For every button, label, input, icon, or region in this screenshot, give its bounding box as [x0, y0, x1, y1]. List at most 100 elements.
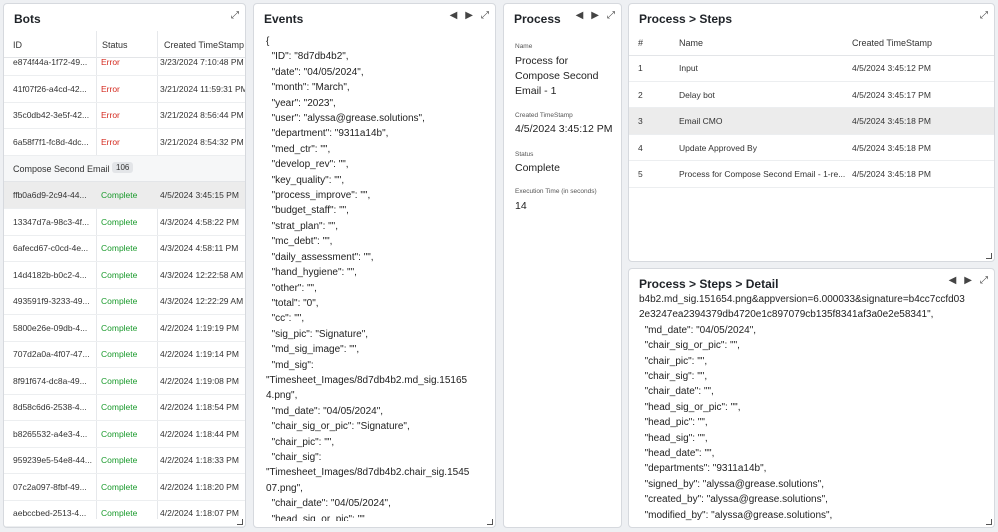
status-badge: Complete — [101, 481, 138, 492]
table-row[interactable]: 493591f9-3233-49... Complete 4/3/2024 12:2… — [4, 288, 245, 315]
status-label: Status — [515, 151, 534, 158]
status-badge: Complete — [101, 243, 138, 253]
row-timestamp: 3/23/2024 7:10:48 PM — [160, 57, 244, 67]
table-row[interactable]: 41f07f26-a4cd-42... Error 3/21/2024 11:59:… — [4, 76, 245, 103]
prev-arrow-icon[interactable]: ◀ — [450, 10, 458, 22]
resize-handle-icon[interactable] — [487, 519, 493, 525]
step-number: 2 — [638, 89, 643, 100]
step-timestamp: 4/5/2024 3:45:18 PM — [852, 142, 931, 153]
row-id: 35c0db42-3e5f-42... — [13, 110, 90, 120]
step-number: 4 — [638, 142, 643, 153]
status-badge: Complete — [101, 322, 138, 333]
step-number: 1 — [638, 63, 643, 73]
table-row[interactable]: 07c2a097-8fbf-49... Complete 4/2/2024 1:18… — [4, 474, 245, 501]
step-name: Delay bot — [679, 89, 715, 100]
status-badge: Complete — [101, 428, 138, 439]
row-id: 14d4182b-b0c2-4... — [13, 269, 87, 280]
row-timestamp: 3/21/2024 8:54:32 PM — [160, 136, 244, 147]
row-timestamp: 4/2/2024 1:19:14 PM — [160, 349, 239, 359]
row-id: b8265532-a4e3-4... — [13, 428, 88, 439]
prev-arrow-icon[interactable]: ◀ — [949, 275, 957, 287]
table-row[interactable]: 5 Process for Compose Second Email - 1-re… — [629, 161, 994, 188]
table-row[interactable]: 707d2a0a-4f07-47... Complete 4/2/2024 1:19… — [4, 341, 245, 368]
next-arrow-icon[interactable]: ▶ — [465, 10, 473, 22]
status-badge: Complete — [101, 349, 138, 359]
table-row[interactable]: 1 Input 4/5/2024 3:45:12 PM — [629, 55, 994, 82]
status-badge: Error — [101, 83, 120, 94]
row-timestamp: 4/2/2024 1:19:08 PM — [160, 375, 239, 386]
resize-handle-icon[interactable] — [237, 519, 243, 525]
table-row[interactable]: 5800e26e-09db-4... Complete 4/2/2024 1:19:… — [4, 315, 245, 342]
status-badge: Complete — [101, 190, 138, 200]
table-row[interactable]: ffb0a6d9-2c94-44... Complete 4/5/2024 3:45… — [4, 182, 245, 209]
column-header-name[interactable]: Name — [679, 38, 703, 48]
events-panel: Events ◀ ▶ ⤢ { "ID": "8d7db4b2", "date":… — [253, 3, 496, 528]
column-header-num[interactable]: # — [638, 38, 643, 48]
table-row[interactable]: 3 Email CMO 4/5/2024 3:45:18 PM — [629, 108, 994, 135]
step-name: Input — [679, 63, 698, 73]
table-row[interactable]: 8f91f674-dc8a-49... Complete 4/2/2024 1:19… — [4, 368, 245, 395]
status-badge: Complete — [101, 375, 138, 386]
step-number: 3 — [638, 116, 643, 126]
step-timestamp: 4/5/2024 3:45:17 PM — [852, 89, 931, 100]
expand-icon[interactable]: ⤢ — [980, 275, 988, 287]
row-id: aebccbed-2513-4... — [13, 508, 87, 518]
row-timestamp: 3/21/2024 11:59:31 PM — [160, 83, 246, 94]
status-badge: Complete — [101, 216, 138, 227]
table-row[interactable]: b8265532-a4e3-4... Complete 4/2/2024 1:18:… — [4, 421, 245, 448]
created-label: Created TimeStamp — [515, 112, 573, 119]
process-name: Process for Compose Second Email - 1 — [515, 55, 599, 97]
group-header[interactable]: Compose Second Email 106 — [4, 156, 245, 182]
next-arrow-icon[interactable]: ▶ — [964, 275, 972, 287]
column-header-created[interactable]: Created TimeStamp — [852, 38, 932, 48]
resize-handle-icon[interactable] — [986, 519, 992, 525]
expand-icon[interactable]: ⤢ — [980, 10, 988, 22]
status-badge: Complete — [101, 508, 138, 518]
table-row[interactable]: aebccbed-2513-4... Complete 4/2/2024 1:18:… — [4, 500, 245, 527]
table-row[interactable]: 8d58c6d6-2538-4... Complete 4/2/2024 1:18:… — [4, 394, 245, 421]
table-row[interactable]: 13347d7a-98c3-4f... Complete 4/3/2024 4:58… — [4, 209, 245, 236]
group-label: Compose Second Email — [13, 164, 110, 174]
detail-panel: Process > Steps > Detail ◀ ▶ ⤢ b4b2.md_s… — [628, 268, 995, 528]
table-row[interactable]: 14d4182b-b0c2-4... Complete 4/3/2024 12:22… — [4, 262, 245, 289]
status-badge: Complete — [101, 296, 138, 306]
status-badge: Complete — [101, 402, 138, 412]
next-arrow-icon[interactable]: ▶ — [591, 10, 599, 22]
row-timestamp: 4/2/2024 1:18:44 PM — [160, 428, 239, 439]
table-row[interactable]: 959239e5-54e8-44... Complete 4/2/2024 1:18… — [4, 447, 245, 474]
events-title: Events — [264, 12, 304, 26]
resize-handle-icon[interactable] — [986, 253, 992, 259]
table-row[interactable]: 6a58f7f1-fc8d-4dc... Error 3/21/2024 8:54:… — [4, 129, 245, 156]
row-timestamp: 4/2/2024 1:19:19 PM — [160, 322, 239, 333]
table-row[interactable]: e874f44a-1f72-49... Error 3/23/2024 7:10:4… — [4, 49, 245, 76]
events-json: { "ID": "8d7db4b2", "date": "04/05/2024"… — [266, 36, 470, 521]
row-id: 959239e5-54e8-44... — [13, 455, 92, 465]
row-id: 707d2a0a-4f07-47... — [13, 349, 90, 359]
row-timestamp: 4/3/2024 4:58:11 PM — [160, 243, 239, 253]
row-timestamp: 4/3/2024 12:22:29 AM — [160, 296, 244, 306]
row-id: 8d58c6d6-2538-4... — [13, 402, 87, 412]
status-badge: Error — [101, 136, 120, 147]
steps-table-header: # Name Created TimeStamp — [629, 30, 994, 56]
step-timestamp: 4/5/2024 3:45:12 PM — [852, 63, 931, 73]
expand-icon[interactable]: ⤢ — [231, 10, 239, 22]
table-row[interactable]: 2 Delay bot 4/5/2024 3:45:17 PM — [629, 82, 994, 108]
table-row[interactable]: 4 Update Approved By 4/5/2024 3:45:18 PM — [629, 135, 994, 161]
process-status: Complete — [515, 162, 560, 174]
row-id: ffb0a6d9-2c94-44... — [13, 190, 87, 200]
row-id: 41f07f26-a4cd-42... — [13, 83, 87, 94]
process-title: Process — [514, 12, 561, 26]
steps-panel: Process > Steps ⤢ # Name Created TimeSta… — [628, 3, 995, 262]
status-badge: Complete — [101, 269, 138, 280]
table-row[interactable]: 35c0db42-3e5f-42... Error 3/21/2024 8:56:4… — [4, 102, 245, 129]
table-row[interactable]: 6afecd67-c0cd-4e... Complete 4/3/2024 4:58… — [4, 235, 245, 262]
prev-arrow-icon[interactable]: ◀ — [576, 10, 584, 22]
expand-icon[interactable]: ⤢ — [607, 10, 615, 22]
detail-title: Process > Steps > Detail — [639, 277, 779, 291]
expand-icon[interactable]: ⤢ — [481, 10, 489, 22]
detail-json: b4b2.md_sig.151654.png&appversion=6.0000… — [639, 294, 965, 521]
row-id: 13347d7a-98c3-4f... — [13, 216, 90, 227]
row-timestamp: 4/2/2024 1:18:20 PM — [160, 481, 239, 492]
row-id: 6afecd67-c0cd-4e... — [13, 243, 89, 253]
steps-title: Process > Steps — [639, 12, 733, 26]
